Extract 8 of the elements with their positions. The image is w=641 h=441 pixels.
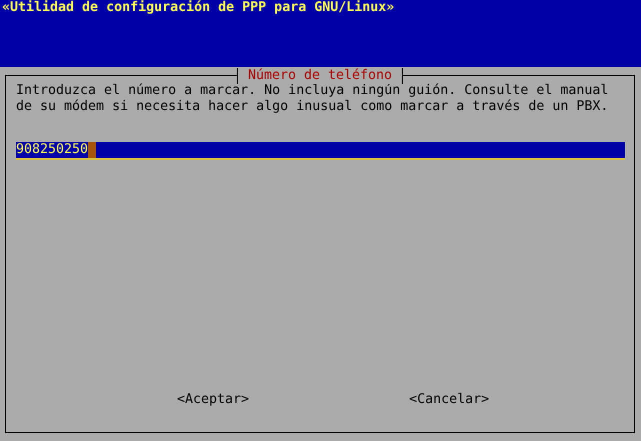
input-field[interactable]: 908250250 [16,142,625,160]
text-cursor [88,142,96,158]
message-line: de su módem si necesita hacer algo inusual como marcar a través de un PBX. [16,99,610,115]
dialog-title: Número de teléfono [236,68,404,84]
back-title: «Utilidad de configuración de PPP para GNU/Linux» [2,0,394,16]
message-line: Introduzca el número a marcar. No incluya ningún guión. Consulte el manual [16,83,610,99]
dialog-button[interactable]: <Aceptar> [177,392,250,408]
dialog-button[interactable]: <Cancelar> [409,392,490,408]
